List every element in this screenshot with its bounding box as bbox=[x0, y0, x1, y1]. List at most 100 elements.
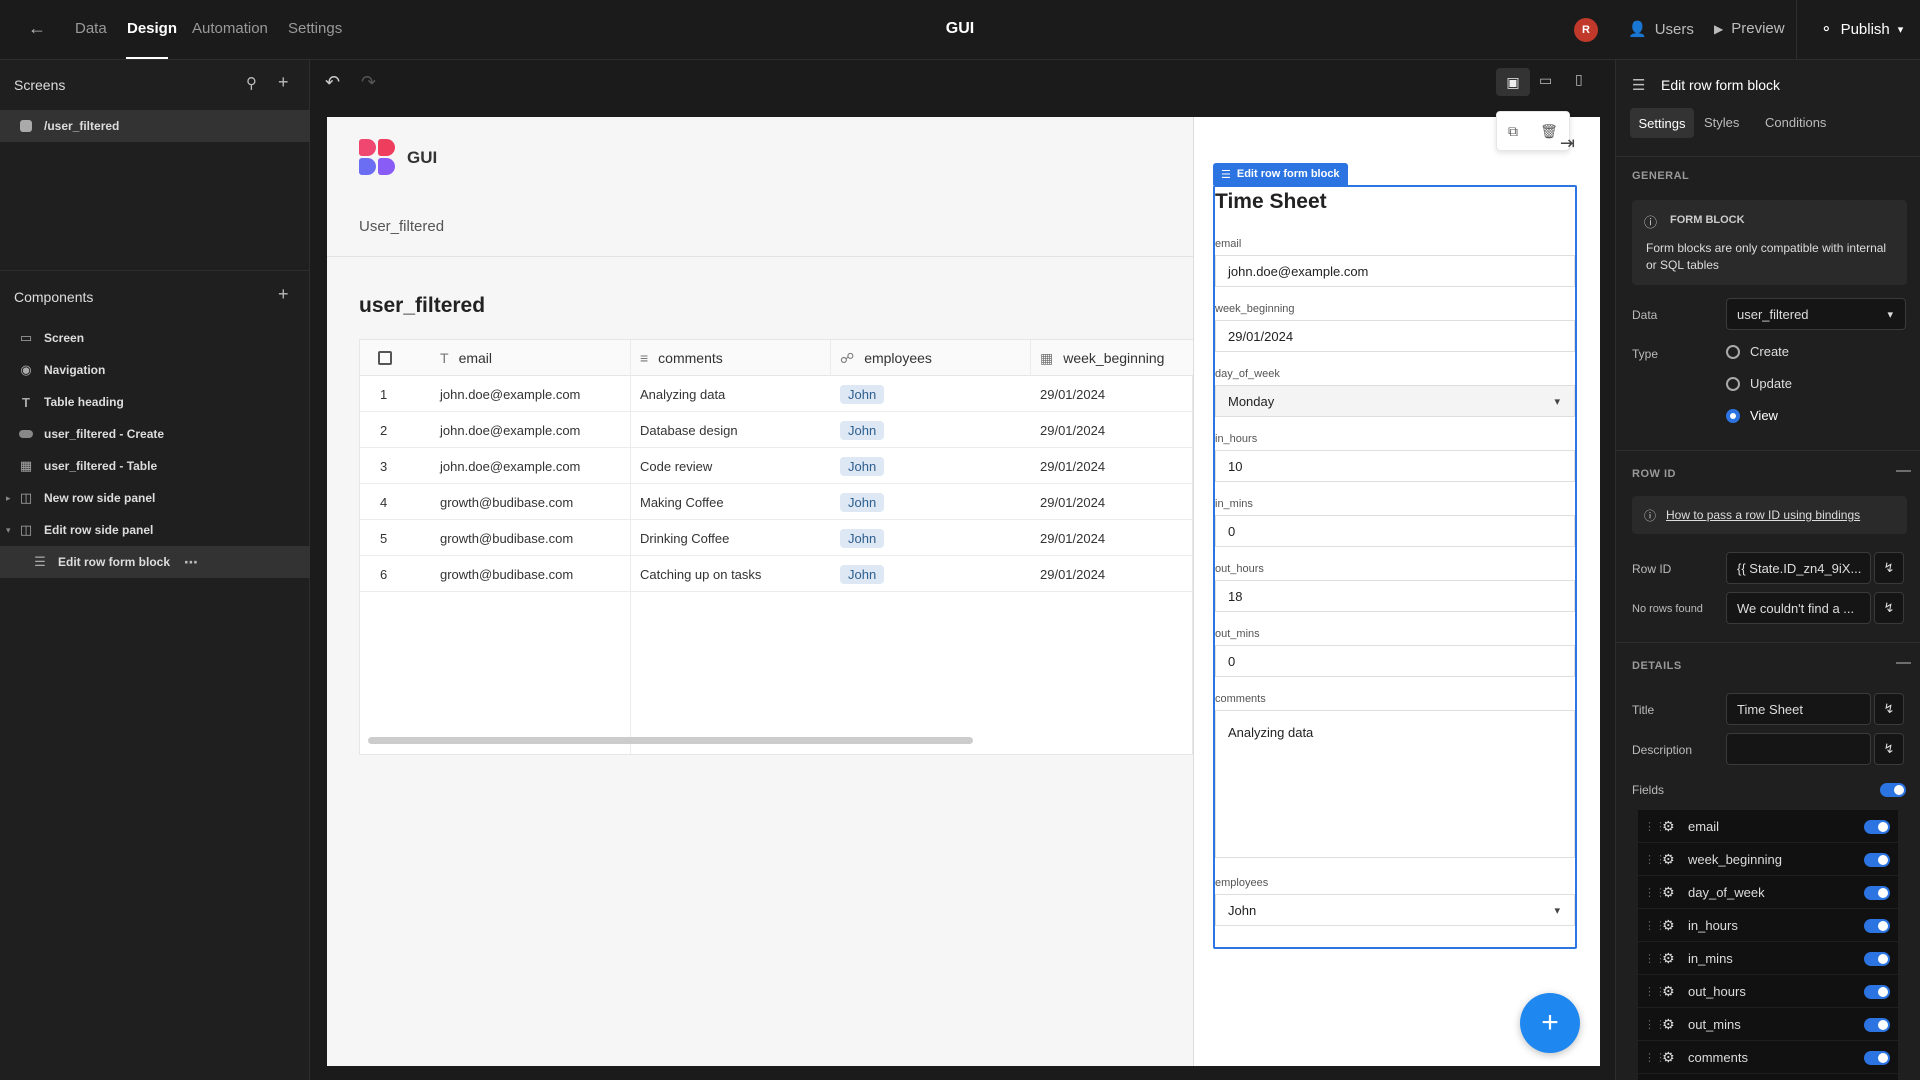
tablet-view-icon[interactable]: ▭ bbox=[1539, 72, 1552, 89]
nav-settings[interactable]: Settings bbox=[288, 20, 342, 37]
undo-icon[interactable]: ↶ bbox=[325, 72, 340, 93]
column-header-comments[interactable]: ≡ comments bbox=[640, 340, 830, 376]
drag-handle-icon[interactable]: ⋮⋮ bbox=[1644, 952, 1666, 965]
email-field[interactable]: john.doe@example.com bbox=[1215, 255, 1575, 287]
binding-bolt-icon[interactable]: ↯ bbox=[1874, 592, 1904, 624]
drag-handle-icon[interactable]: ⋮⋮ bbox=[1644, 886, 1666, 899]
binding-bolt-icon[interactable]: ↯ bbox=[1874, 693, 1904, 725]
drag-handle-icon[interactable]: ⋮⋮ bbox=[1644, 985, 1666, 998]
nav-link-user-filtered[interactable]: User_filtered bbox=[359, 218, 444, 235]
user-avatar[interactable]: R bbox=[1574, 18, 1598, 42]
comments-textarea[interactable]: Analyzing data bbox=[1215, 710, 1575, 858]
week-beginning-field[interactable]: 29/01/2024 bbox=[1215, 320, 1575, 352]
nav-data[interactable]: Data bbox=[75, 20, 107, 37]
component-edit-row-side-panel[interactable]: ▾ ◫ Edit row side panel bbox=[0, 514, 310, 546]
gear-icon[interactable]: ⚙ bbox=[1662, 818, 1682, 835]
out-mins-field[interactable]: 0 bbox=[1215, 645, 1575, 677]
trash-icon[interactable]: 🗑 bbox=[1540, 123, 1558, 140]
in-hours-field[interactable]: 10 bbox=[1215, 450, 1575, 482]
binding-bolt-icon[interactable]: ↯ bbox=[1874, 552, 1904, 584]
field-row-week-beginning[interactable]: ⋮⋮ ⚙ week_beginning bbox=[1638, 843, 1898, 876]
field-row-in-hours[interactable]: ⋮⋮ ⚙ in_hours bbox=[1638, 909, 1898, 942]
select-all-checkbox[interactable] bbox=[378, 351, 392, 365]
nav-design[interactable]: Design bbox=[127, 20, 177, 37]
no-rows-input[interactable]: We couldn't find a ... bbox=[1726, 592, 1871, 624]
publish-button[interactable]: ⚬ Publish ▾ bbox=[1820, 20, 1903, 39]
nav-automation[interactable]: Automation bbox=[192, 20, 268, 37]
table-row[interactable]: 4 growth@budibase.com Making Coffee John 29/… bbox=[360, 484, 1194, 520]
drag-handle-icon[interactable]: ⋮⋮ bbox=[1644, 1051, 1666, 1064]
gear-icon[interactable]: ⚙ bbox=[1662, 1016, 1682, 1033]
close-panel-icon[interactable]: ⇥ bbox=[1560, 133, 1575, 154]
column-header-week-beginning[interactable]: ▦ week_beginning bbox=[1040, 340, 1194, 376]
add-screen-icon[interactable]: + bbox=[278, 72, 289, 93]
search-icon[interactable]: ⚲ bbox=[246, 74, 257, 92]
component-navigation[interactable]: ◉ Navigation bbox=[0, 354, 310, 386]
table-row[interactable]: 1 john.doe@example.com Analyzing data John 2… bbox=[360, 376, 1194, 412]
type-radio-view[interactable]: View bbox=[1726, 408, 1778, 423]
gear-icon[interactable]: ⚙ bbox=[1662, 884, 1682, 901]
collapse-icon[interactable]: — bbox=[1896, 654, 1911, 671]
field-row-email[interactable]: ⋮⋮ ⚙ email bbox=[1638, 810, 1898, 843]
field-visibility-toggle[interactable] bbox=[1864, 886, 1890, 900]
drag-handle-icon[interactable]: ⋮⋮ bbox=[1644, 1018, 1666, 1031]
more-options-icon[interactable]: ⋯ bbox=[184, 554, 198, 571]
field-visibility-toggle[interactable] bbox=[1864, 985, 1890, 999]
in-mins-field[interactable]: 0 bbox=[1215, 515, 1575, 547]
mobile-view-icon[interactable]: ▯ bbox=[1575, 71, 1583, 88]
drag-handle-icon[interactable]: ⋮⋮ bbox=[1644, 853, 1666, 866]
drag-handle-icon[interactable]: ⋮⋮ bbox=[1644, 919, 1666, 932]
binding-bolt-icon[interactable]: ↯ bbox=[1874, 733, 1904, 765]
gear-icon[interactable]: ⚙ bbox=[1662, 983, 1682, 1000]
data-source-select[interactable]: user_filtered ▾ bbox=[1726, 298, 1906, 330]
table-row[interactable]: 2 john.doe@example.com Database design John… bbox=[360, 412, 1194, 448]
component-table-heading[interactable]: T Table heading bbox=[0, 386, 310, 418]
add-component-icon[interactable]: + bbox=[278, 284, 289, 305]
fields-master-toggle[interactable] bbox=[1880, 783, 1906, 797]
gear-icon[interactable]: ⚙ bbox=[1662, 950, 1682, 967]
employees-select[interactable]: John ▾ bbox=[1215, 894, 1575, 926]
column-header-employees[interactable]: ☍ employees bbox=[840, 340, 1030, 376]
table-row[interactable]: 6 growth@budibase.com Catching up on tasks… bbox=[360, 556, 1194, 592]
day-of-week-select[interactable]: Monday ▾ bbox=[1215, 385, 1575, 417]
field-row-employees[interactable]: ⋮⋮⚙employees bbox=[1638, 1074, 1898, 1080]
field-row-out-mins[interactable]: ⋮⋮ ⚙ out_mins bbox=[1638, 1008, 1898, 1041]
out-hours-field[interactable]: 18 bbox=[1215, 580, 1575, 612]
component-edit-row-form-block[interactable]: ☰ Edit row form block ⋯ bbox=[0, 546, 310, 578]
field-visibility-toggle[interactable] bbox=[1864, 952, 1890, 966]
tab-conditions[interactable]: Conditions bbox=[1765, 115, 1826, 130]
field-visibility-toggle[interactable] bbox=[1864, 919, 1890, 933]
field-visibility-toggle[interactable] bbox=[1864, 853, 1890, 867]
column-header-email[interactable]: Temail bbox=[440, 340, 640, 376]
field-visibility-toggle[interactable] bbox=[1864, 820, 1890, 834]
type-radio-update[interactable]: Update bbox=[1726, 376, 1792, 391]
type-radio-create[interactable]: Create bbox=[1726, 344, 1789, 359]
desktop-view-icon[interactable]: ▣ bbox=[1496, 68, 1530, 96]
description-input[interactable] bbox=[1726, 733, 1871, 765]
form-block[interactable]: Time Sheet email john.doe@example.com we… bbox=[1213, 185, 1577, 949]
horizontal-scrollbar[interactable] bbox=[368, 737, 973, 744]
duplicate-icon[interactable]: ⧉ bbox=[1508, 123, 1518, 140]
table-row[interactable]: 3 john.doe@example.com Code review John 29/0… bbox=[360, 448, 1194, 484]
field-row-day-of-week[interactable]: ⋮⋮ ⚙ day_of_week bbox=[1638, 876, 1898, 909]
screen-item-user-filtered[interactable]: /user_filtered bbox=[0, 110, 310, 142]
collapse-icon[interactable]: — bbox=[1896, 462, 1911, 479]
field-visibility-toggle[interactable] bbox=[1864, 1018, 1890, 1032]
field-row-comments[interactable]: ⋮⋮ ⚙ comments bbox=[1638, 1041, 1898, 1074]
tab-settings[interactable]: Settings bbox=[1630, 108, 1694, 138]
field-visibility-toggle[interactable] bbox=[1864, 1051, 1890, 1065]
redo-icon[interactable]: ↷ bbox=[361, 72, 376, 93]
component-screen[interactable]: ▭ Screen bbox=[0, 322, 310, 354]
component-new-row-side-panel[interactable]: ▸ ◫ New row side panel bbox=[0, 482, 310, 514]
preview-button[interactable]: ▶ Preview bbox=[1714, 20, 1785, 37]
component-create-button[interactable]: user_filtered - Create bbox=[0, 418, 310, 450]
gear-icon[interactable]: ⚙ bbox=[1662, 851, 1682, 868]
gear-icon[interactable]: ⚙ bbox=[1662, 1049, 1682, 1066]
gear-icon[interactable]: ⚙ bbox=[1662, 917, 1682, 934]
row-id-help-link[interactable]: How to pass a row ID using bindings bbox=[1666, 508, 1860, 522]
title-input[interactable]: Time Sheet bbox=[1726, 693, 1871, 725]
users-button[interactable]: 👤 Users bbox=[1628, 20, 1694, 39]
component-table[interactable]: ▦ user_filtered - Table bbox=[0, 450, 310, 482]
field-row-in-mins[interactable]: ⋮⋮ ⚙ in_mins bbox=[1638, 942, 1898, 975]
add-fab-button[interactable]: + bbox=[1520, 993, 1580, 1053]
